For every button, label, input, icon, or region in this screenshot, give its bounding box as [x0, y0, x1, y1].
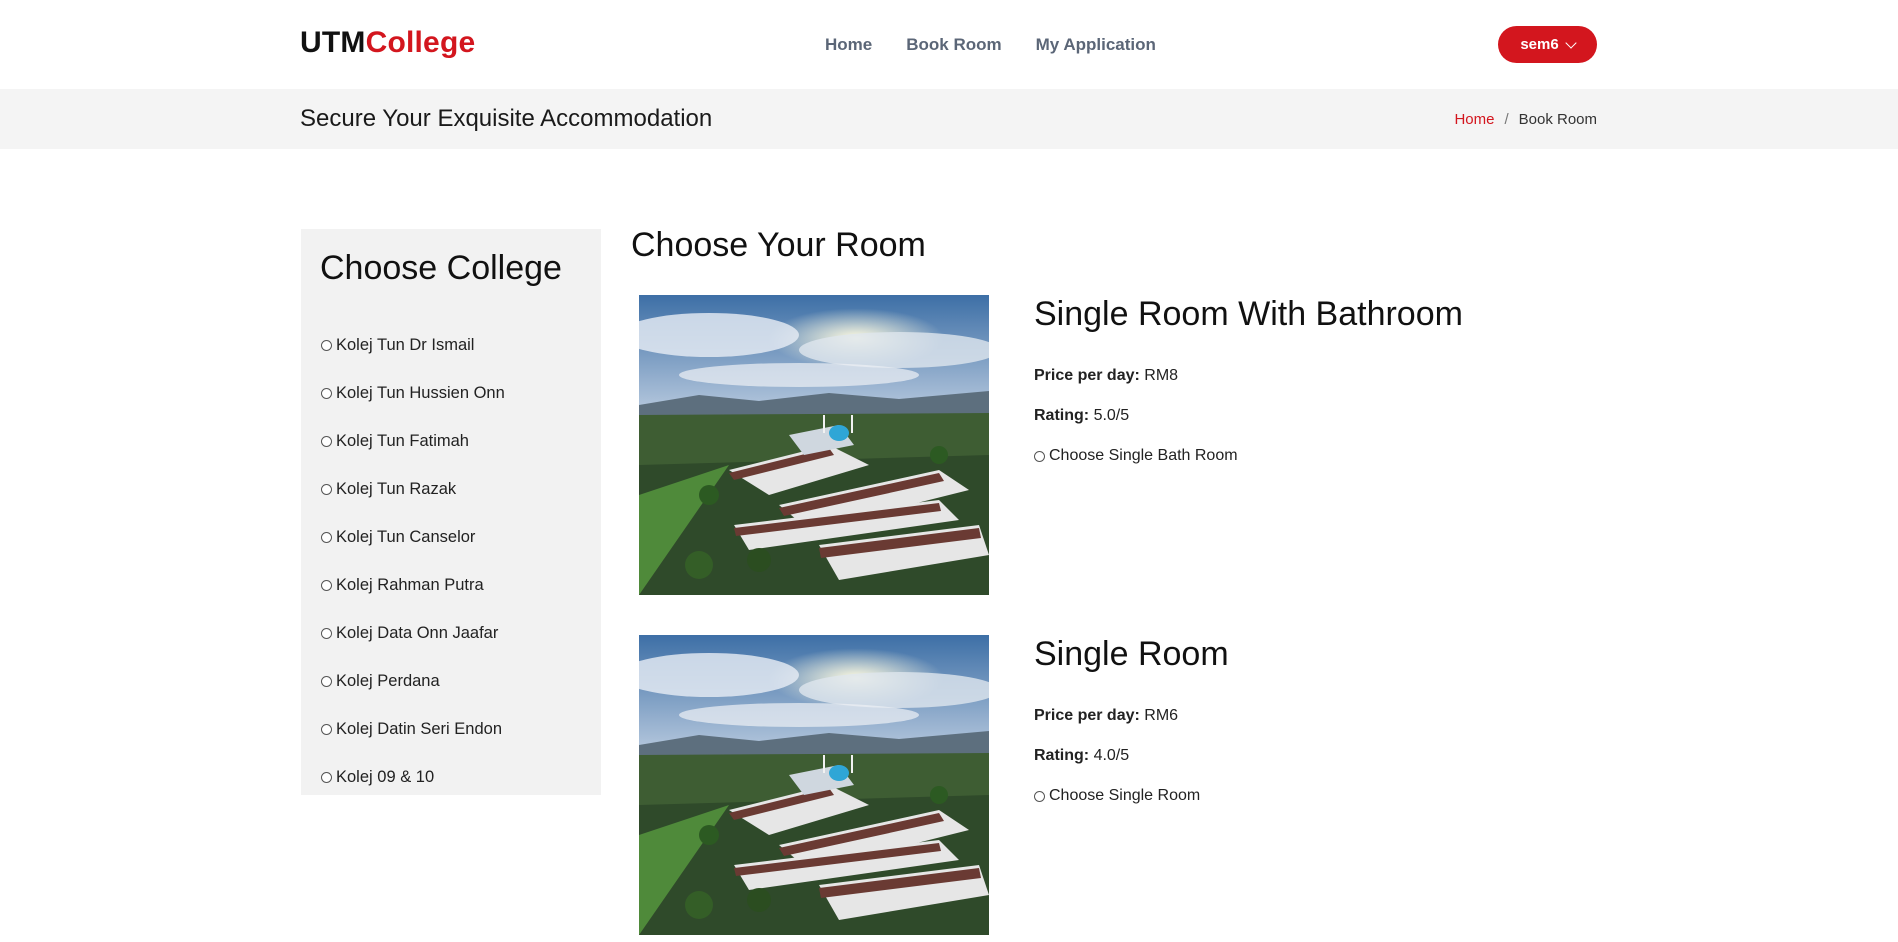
room-card: Single Room Price per day: RM6 Rating: 4…	[639, 635, 1439, 942]
college-option[interactable]: Kolej Data Onn Jaafar	[321, 609, 505, 657]
college-label: Kolej Rahman Putra	[336, 575, 484, 594]
room-photo	[639, 295, 989, 595]
radio-button[interactable]	[321, 435, 332, 447]
college-label: Kolej Datin Seri Endon	[336, 719, 503, 738]
site-logo[interactable]: UTMCollege	[300, 26, 475, 60]
room-price: Price per day: RM6	[1034, 707, 1178, 725]
price-value: RM8	[1144, 367, 1179, 384]
room-name: Single Room With Bathroom	[1034, 295, 1463, 333]
radio-button[interactable]	[321, 483, 332, 495]
campus-aerial-image	[639, 635, 989, 935]
radio-button[interactable]	[321, 531, 332, 543]
college-option[interactable]: Kolej Datin Seri Endon	[321, 705, 505, 753]
campus-aerial-image	[639, 295, 989, 595]
logo-utm: UTM	[300, 26, 366, 59]
nav-my-application[interactable]: My Application	[1036, 35, 1156, 55]
college-option[interactable]: Kolej Tun Dr Ismail	[321, 321, 505, 369]
main-nav: Home Book Room My Application	[825, 35, 1156, 55]
college-label: Kolej Tun Razak	[336, 479, 457, 498]
room-card: Single Room With Bathroom Price per day:…	[639, 295, 1463, 595]
page-title-bar: Secure Your Exquisite Accommodation Home…	[0, 89, 1898, 149]
college-label: Kolej Tun Canselor	[336, 527, 476, 546]
radio-button[interactable]	[321, 771, 332, 783]
room-price: Price per day: RM8	[1034, 367, 1178, 385]
college-radio-list: Kolej Tun Dr Ismail Kolej Tun Hussien On…	[321, 321, 505, 801]
college-option[interactable]: Kolej 09 & 10	[321, 753, 505, 801]
college-label: Kolej Data Onn Jaafar	[336, 623, 499, 642]
radio-button[interactable]	[321, 339, 332, 351]
college-label: Kolej Tun Hussien Onn	[336, 383, 505, 402]
college-sidebar: Choose College Kolej Tun Dr Ismail Kolej…	[301, 229, 601, 795]
breadcrumb: Home / Book Room	[1454, 111, 1597, 128]
room-photo	[639, 635, 989, 935]
room-name: Single Room	[1034, 635, 1229, 673]
radio-button[interactable]	[321, 387, 332, 399]
breadcrumb-current: Book Room	[1518, 111, 1597, 128]
college-option[interactable]: Kolej Tun Fatimah	[321, 417, 505, 465]
college-label: Kolej Tun Dr Ismail	[336, 335, 475, 354]
breadcrumb-home[interactable]: Home	[1454, 111, 1494, 128]
breadcrumb-separator: /	[1504, 111, 1509, 128]
sidebar-title: Choose College	[320, 249, 562, 287]
radio-button[interactable]	[1034, 450, 1045, 462]
college-label: Kolej Perdana	[336, 671, 440, 690]
radio-button[interactable]	[1034, 790, 1045, 802]
user-label: sem6	[1520, 36, 1559, 53]
college-option[interactable]: Kolej Tun Hussien Onn	[321, 369, 505, 417]
rating-label: Rating:	[1034, 407, 1090, 424]
college-option[interactable]: Kolej Perdana	[321, 657, 505, 705]
price-label: Price per day:	[1034, 707, 1140, 724]
radio-button[interactable]	[321, 675, 332, 687]
rooms-heading: Choose Your Room	[631, 226, 926, 264]
site-header: UTMCollege Home Book Room My Application…	[0, 0, 1898, 89]
choose-room-option[interactable]: Choose Single Room	[1034, 787, 1200, 805]
price-value: RM6	[1144, 707, 1179, 724]
choose-room-option[interactable]: Choose Single Bath Room	[1034, 447, 1238, 465]
radio-button[interactable]	[321, 723, 332, 735]
college-option[interactable]: Kolej Tun Razak	[321, 465, 505, 513]
chevron-down-icon	[1565, 36, 1577, 49]
radio-button[interactable]	[321, 627, 332, 639]
room-rating: Rating: 5.0/5	[1034, 407, 1129, 425]
user-menu-button[interactable]: sem6	[1498, 26, 1597, 63]
college-option[interactable]: Kolej Tun Canselor	[321, 513, 505, 561]
page-title: Secure Your Exquisite Accommodation	[300, 105, 713, 132]
college-label: Kolej 09 & 10	[336, 767, 435, 786]
room-rating: Rating: 4.0/5	[1034, 747, 1129, 765]
choose-room-label: Choose Single Bath Room	[1049, 447, 1238, 464]
rating-label: Rating:	[1034, 747, 1090, 764]
nav-home[interactable]: Home	[825, 35, 872, 55]
logo-college: College	[365, 26, 476, 59]
rating-value: 4.0/5	[1093, 747, 1130, 764]
nav-book-room[interactable]: Book Room	[906, 35, 1001, 55]
price-label: Price per day:	[1034, 367, 1140, 384]
choose-room-label: Choose Single Room	[1049, 787, 1201, 804]
college-option[interactable]: Kolej Rahman Putra	[321, 561, 505, 609]
rating-value: 5.0/5	[1093, 407, 1130, 424]
radio-button[interactable]	[321, 579, 332, 591]
college-label: Kolej Tun Fatimah	[336, 431, 469, 450]
